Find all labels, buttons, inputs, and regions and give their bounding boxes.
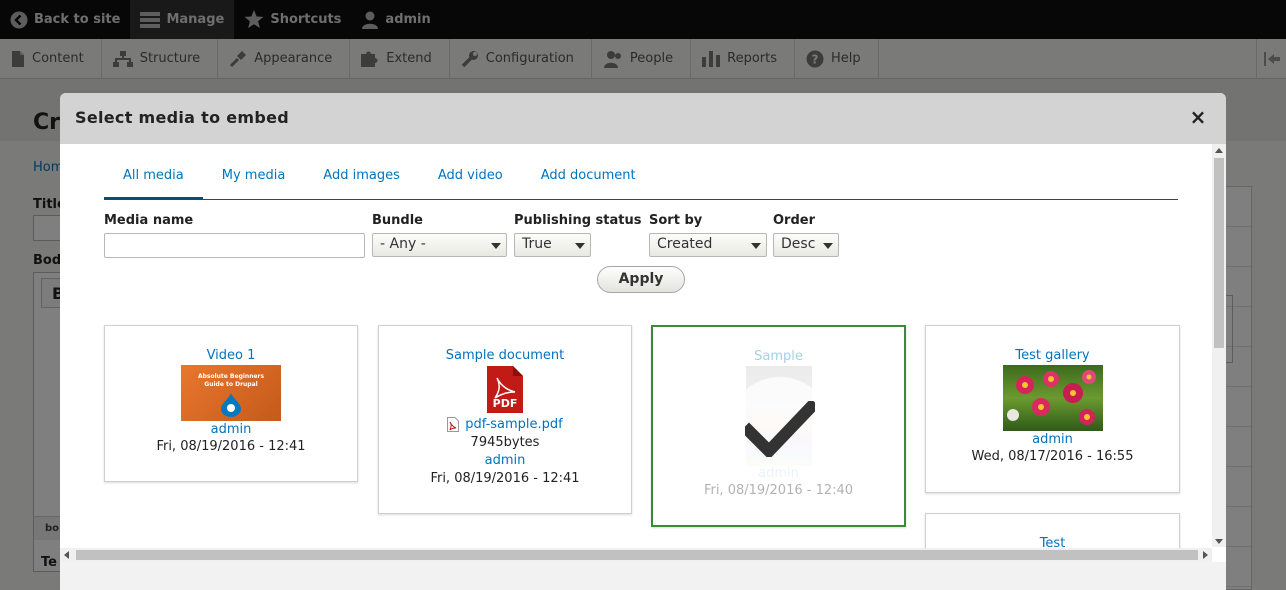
sort-value: Created bbox=[657, 236, 713, 252]
media-card-video[interactable]: Video 1 Absolute Beginners Guide to Drup… bbox=[104, 325, 358, 482]
scroll-up-icon[interactable] bbox=[1215, 148, 1223, 153]
order-select[interactable]: Desc bbox=[773, 233, 839, 257]
bundle-select[interactable]: - Any - bbox=[372, 233, 507, 257]
scroll-right-icon[interactable] bbox=[1203, 551, 1208, 559]
card-title[interactable]: Test gallery bbox=[926, 348, 1179, 363]
bundle-value: - Any - bbox=[380, 236, 426, 252]
media-card-test[interactable]: Test bbox=[925, 513, 1180, 548]
chevron-down-icon bbox=[491, 243, 501, 249]
chevron-down-icon bbox=[751, 243, 761, 249]
media-name-label: Media name bbox=[104, 213, 194, 228]
tab-add-video[interactable]: Add video bbox=[419, 162, 522, 199]
dialog-titlebar: Select media to embed × bbox=[60, 93, 1226, 144]
status-select[interactable]: True bbox=[514, 233, 591, 257]
video-thumbnail[interactable]: Absolute Beginners Guide to Drupal bbox=[181, 365, 281, 421]
card-title[interactable]: Sample bbox=[653, 349, 904, 364]
horizontal-scroll-thumb[interactable] bbox=[76, 550, 1198, 560]
card-date: Fri, 08/19/2016 - 12:40 bbox=[703, 483, 854, 498]
thumb-text: Guide to Drupal bbox=[204, 381, 258, 388]
media-name-input[interactable] bbox=[104, 233, 365, 258]
thumb-text: Absolute Beginners bbox=[197, 373, 265, 380]
media-dialog: Select media to embed × All media My med… bbox=[60, 93, 1226, 590]
pdf-label: PDF bbox=[492, 397, 518, 410]
card-title[interactable]: Video 1 bbox=[105, 348, 357, 363]
card-date: Fri, 08/19/2016 - 12:41 bbox=[156, 439, 306, 454]
status-filter: Publishing status True bbox=[514, 213, 641, 257]
card-author[interactable]: admin bbox=[926, 432, 1179, 447]
dialog-title: Select media to embed bbox=[75, 108, 290, 127]
dialog-footer bbox=[60, 562, 1226, 590]
vertical-scrollbar[interactable] bbox=[1212, 144, 1226, 547]
pdf-icon: PDF bbox=[487, 366, 523, 413]
order-label: Order bbox=[773, 213, 815, 228]
close-icon[interactable]: × bbox=[1188, 107, 1208, 127]
status-value: True bbox=[522, 236, 552, 252]
media-name-filter: Media name bbox=[104, 213, 365, 258]
tab-my-media[interactable]: My media bbox=[203, 162, 305, 199]
sort-filter: Sort by Created bbox=[649, 213, 767, 257]
flowers-image bbox=[1006, 370, 1096, 425]
chevron-down-icon bbox=[575, 243, 585, 249]
file-link-row: pdf-sample.pdf bbox=[379, 417, 631, 432]
media-card-document[interactable]: Sample document PDF pdf-sample.pdf 7945b… bbox=[378, 325, 632, 514]
file-link[interactable]: pdf-sample.pdf bbox=[465, 417, 563, 432]
selected-overlay bbox=[728, 377, 832, 481]
horizontal-scrollbar[interactable] bbox=[60, 548, 1212, 562]
sort-label: Sort by bbox=[649, 213, 703, 228]
sort-select[interactable]: Created bbox=[649, 233, 767, 257]
media-card-selected[interactable]: Sample admin Fri, 08/19/2016 - 12:40 bbox=[651, 325, 906, 527]
scroll-left-icon[interactable] bbox=[64, 551, 69, 559]
checkmark-icon bbox=[745, 401, 815, 457]
order-filter: Order Desc bbox=[773, 213, 839, 257]
gallery-thumbnail[interactable] bbox=[1002, 365, 1103, 431]
order-value: Desc bbox=[781, 236, 816, 252]
bundle-label: Bundle bbox=[372, 213, 423, 228]
pdf-file-icon bbox=[447, 417, 460, 432]
card-date: Wed, 08/17/2016 - 16:55 bbox=[971, 449, 1134, 464]
tab-add-images[interactable]: Add images bbox=[304, 162, 419, 199]
card-title[interactable]: Test bbox=[926, 536, 1179, 548]
card-author[interactable]: admin bbox=[379, 453, 631, 468]
tab-all-media[interactable]: All media bbox=[104, 162, 203, 200]
card-date: Fri, 08/19/2016 - 12:41 bbox=[430, 471, 580, 486]
file-size: 7945bytes bbox=[470, 435, 540, 450]
media-card-gallery[interactable]: Test gallery admin Wed, 08/17/2016 - 16:… bbox=[925, 325, 1180, 493]
chevron-down-icon bbox=[823, 243, 833, 249]
apply-button[interactable]: Apply bbox=[597, 266, 685, 293]
drupal-drop-icon bbox=[221, 393, 241, 417]
card-author[interactable]: admin bbox=[105, 422, 357, 437]
card-title[interactable]: Sample document bbox=[379, 348, 631, 363]
media-tabs: All media My media Add images Add video … bbox=[104, 162, 1178, 200]
scroll-down-icon[interactable] bbox=[1215, 539, 1223, 544]
dialog-body: All media My media Add images Add video … bbox=[60, 144, 1212, 548]
bundle-filter: Bundle - Any - bbox=[372, 213, 507, 257]
vertical-scroll-thumb[interactable] bbox=[1214, 158, 1224, 348]
tab-add-document[interactable]: Add document bbox=[522, 162, 655, 199]
status-label: Publishing status bbox=[514, 213, 642, 228]
